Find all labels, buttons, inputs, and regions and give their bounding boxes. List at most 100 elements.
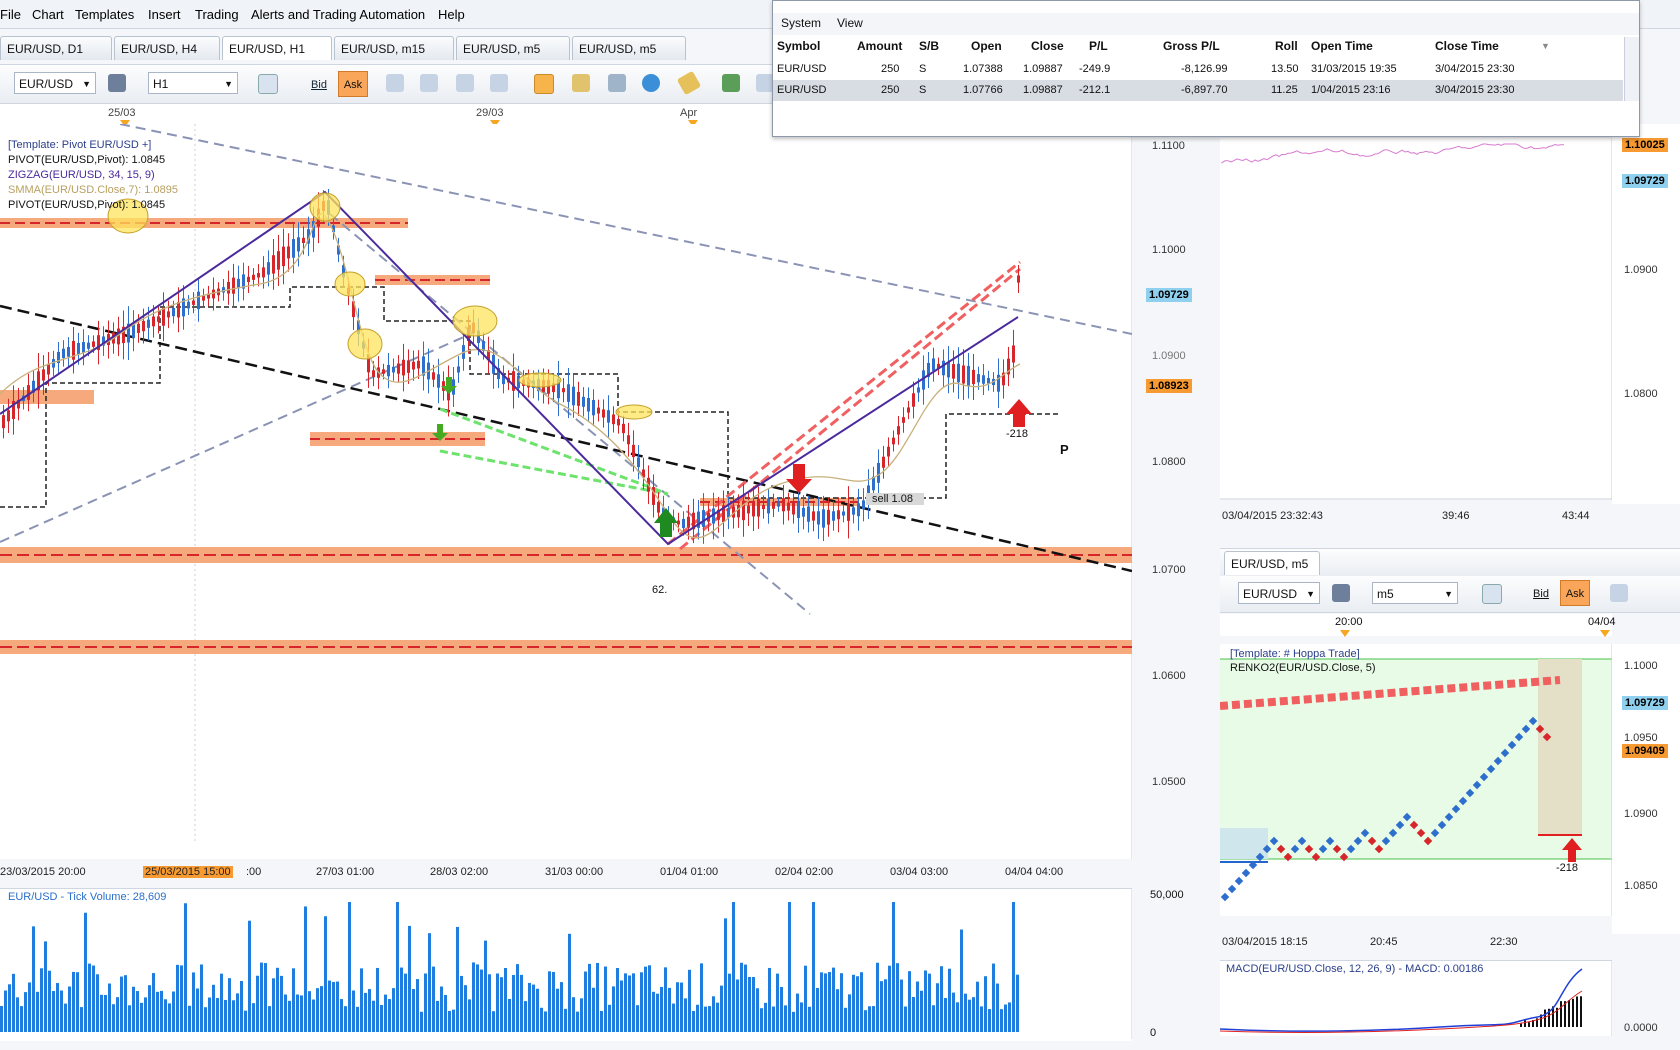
m5-template-label[interactable]: [Template: # Hoppa Trade] bbox=[1230, 648, 1360, 660]
menu-insert[interactable]: Insert bbox=[148, 7, 181, 22]
globe-icon[interactable] bbox=[642, 74, 660, 92]
col-gross-pl[interactable]: Gross P/L bbox=[1163, 39, 1220, 53]
volume-bar bbox=[8, 984, 11, 1032]
ask-button[interactable]: Ask bbox=[338, 71, 368, 97]
volume-bar bbox=[544, 1011, 547, 1032]
draw-tools-icon[interactable] bbox=[572, 74, 590, 92]
col-pl[interactable]: P/L bbox=[1089, 39, 1108, 53]
cursor-icon[interactable] bbox=[490, 74, 508, 92]
volume-bar bbox=[988, 1009, 991, 1032]
renko-price-current: 1.09729 bbox=[1622, 696, 1668, 710]
tab-eurusd-d1[interactable]: EUR/USD, D1 bbox=[0, 36, 112, 60]
link-icon[interactable] bbox=[108, 74, 126, 92]
volume-bar bbox=[264, 963, 267, 1032]
volume-bar bbox=[136, 991, 139, 1032]
link-icon[interactable] bbox=[1332, 584, 1350, 602]
macd-panel[interactable]: MACD(EUR/USD.Close, 12, 26, 9) - MACD: 0… bbox=[1219, 960, 1613, 1036]
template-label[interactable]: [Template: Pivot EUR/USD +] bbox=[8, 138, 178, 153]
col-open-time[interactable]: Open Time bbox=[1311, 39, 1373, 53]
tab-eurusd-m15[interactable]: EUR/USD, m15 bbox=[334, 36, 454, 60]
date-marker-icon[interactable] bbox=[1340, 630, 1350, 637]
candle-body bbox=[757, 499, 760, 517]
menu-view[interactable]: View bbox=[837, 16, 863, 30]
chart-type-icon[interactable] bbox=[1482, 584, 1502, 604]
zoom-in-icon[interactable] bbox=[386, 74, 404, 92]
col-symbol[interactable]: Symbol bbox=[777, 39, 820, 53]
candle-body bbox=[812, 511, 815, 521]
menu-alerts[interactable]: Alerts and Trading Automation bbox=[251, 7, 425, 22]
candle-body bbox=[617, 419, 620, 426]
main-price-chart[interactable]: 1.1100 1.1000 1.0800 1.0700 1.0600 1.050… bbox=[0, 123, 1192, 859]
col-close[interactable]: Close bbox=[1031, 39, 1064, 53]
x-tick: :00 bbox=[246, 866, 262, 878]
candle-body bbox=[252, 274, 255, 280]
col-close-time[interactable]: Close Time bbox=[1435, 39, 1499, 53]
renko-label[interactable]: RENKO2(EUR/USD.Close, 5) bbox=[1230, 662, 1375, 674]
volume-bar bbox=[512, 975, 515, 1032]
tab-m5-panel[interactable]: EUR/USD, m5 ✕ bbox=[1224, 551, 1320, 595]
tick-y-tick: 1.0800 bbox=[1624, 388, 1658, 400]
table-row[interactable]: EUR/USD 250 S 1.07388 1.09887 -249.9 -8,… bbox=[773, 59, 1623, 80]
zoom-out-icon[interactable] bbox=[420, 74, 438, 92]
tab-eurusd-m5-2[interactable]: EUR/USD, m5 bbox=[572, 36, 686, 60]
crosshair-icon[interactable] bbox=[456, 74, 474, 92]
date-marker-icon[interactable] bbox=[1600, 630, 1610, 637]
main-y-tick: 1.0800 bbox=[1152, 456, 1186, 468]
candle-body bbox=[282, 246, 285, 267]
volume-bar bbox=[40, 968, 43, 1032]
table-row-selected[interactable]: EUR/USD 250 S 1.07766 1.09887 -212.1 -6,… bbox=[773, 80, 1623, 101]
indicators-icon[interactable] bbox=[608, 74, 626, 92]
m5-timeframe-select[interactable]: m5 ▼ bbox=[1372, 582, 1458, 604]
volume-bar bbox=[480, 969, 483, 1032]
bid-button[interactable]: Bid bbox=[306, 71, 332, 97]
menu-help[interactable]: Help bbox=[438, 7, 465, 22]
volume-bar bbox=[596, 962, 599, 1032]
legend-pivot[interactable]: PIVOT(EUR/USD,Pivot): 1.0845 bbox=[8, 153, 178, 168]
legend-smma[interactable]: SMMA(EUR/USD.Close,7): 1.0895 bbox=[8, 183, 178, 198]
candle-body bbox=[227, 281, 230, 294]
legend-zigzag[interactable]: ZIGZAG(EUR/USD, 34, 15, 9) bbox=[8, 168, 178, 183]
sort-icon[interactable]: ▼ bbox=[1541, 41, 1550, 51]
volume-bar bbox=[188, 1005, 191, 1032]
volume-bar bbox=[1004, 1004, 1007, 1032]
volume-bar bbox=[324, 916, 327, 1032]
zoom-in-icon[interactable] bbox=[1610, 584, 1628, 602]
menu-chart[interactable]: Chart bbox=[32, 7, 64, 22]
m5-ask-button[interactable]: Ask bbox=[1560, 580, 1590, 606]
tab-eurusd-h4[interactable]: EUR/USD, H4 bbox=[114, 36, 220, 60]
menu-templates[interactable]: Templates bbox=[75, 7, 134, 22]
menu-trading[interactable]: Trading bbox=[195, 7, 239, 22]
volume-bar bbox=[212, 984, 215, 1032]
tick-chart-panel[interactable] bbox=[1220, 138, 1613, 500]
col-sb[interactable]: S/B bbox=[919, 39, 939, 53]
candle-body bbox=[957, 363, 960, 383]
autoscroll-icon[interactable] bbox=[534, 74, 554, 94]
col-open[interactable]: Open bbox=[971, 39, 1002, 53]
timeframe-select[interactable]: H1 ▼ bbox=[148, 72, 238, 94]
legend-pivot-2[interactable]: PIVOT(EUR/USD,Pivot): 1.0845 bbox=[8, 198, 178, 213]
renko-chart[interactable]: [Template: # Hoppa Trade] RENKO2(EUR/USD… bbox=[1219, 644, 1613, 916]
candle-body bbox=[622, 423, 625, 434]
candle-body bbox=[842, 511, 845, 516]
ruler-icon[interactable] bbox=[676, 70, 702, 96]
volume-bar bbox=[936, 983, 939, 1032]
image-icon[interactable] bbox=[722, 74, 740, 92]
m5-bid-button[interactable]: Bid bbox=[1528, 580, 1554, 606]
col-roll[interactable]: Roll bbox=[1275, 39, 1298, 53]
volume-bar bbox=[52, 991, 55, 1032]
volume-bar bbox=[432, 966, 435, 1032]
positions-scrollbar[interactable] bbox=[1624, 37, 1639, 101]
chart-type-icon[interactable] bbox=[258, 74, 278, 94]
tab-eurusd-m5[interactable]: EUR/USD, m5 bbox=[456, 36, 570, 60]
tick-volume-panel[interactable]: EUR/USD - Tick Volume: 28,609 50,000 0 bbox=[0, 888, 1184, 1041]
volume-bar bbox=[928, 973, 931, 1032]
symbol-select[interactable]: EUR/USD ▼ bbox=[14, 72, 96, 94]
menu-system[interactable]: System bbox=[781, 16, 821, 30]
candle-body bbox=[87, 342, 90, 349]
menu-file[interactable]: File bbox=[0, 7, 21, 22]
positions-window[interactable]: System View Symbol Amount S/B Open Close… bbox=[772, 0, 1640, 137]
sell-label: sell 1.08 bbox=[872, 493, 913, 505]
col-amount[interactable]: Amount bbox=[857, 39, 902, 53]
m5-symbol-select[interactable]: EUR/USD ▼ bbox=[1238, 582, 1320, 604]
tab-eurusd-h1[interactable]: EUR/USD, H1 bbox=[222, 36, 332, 60]
